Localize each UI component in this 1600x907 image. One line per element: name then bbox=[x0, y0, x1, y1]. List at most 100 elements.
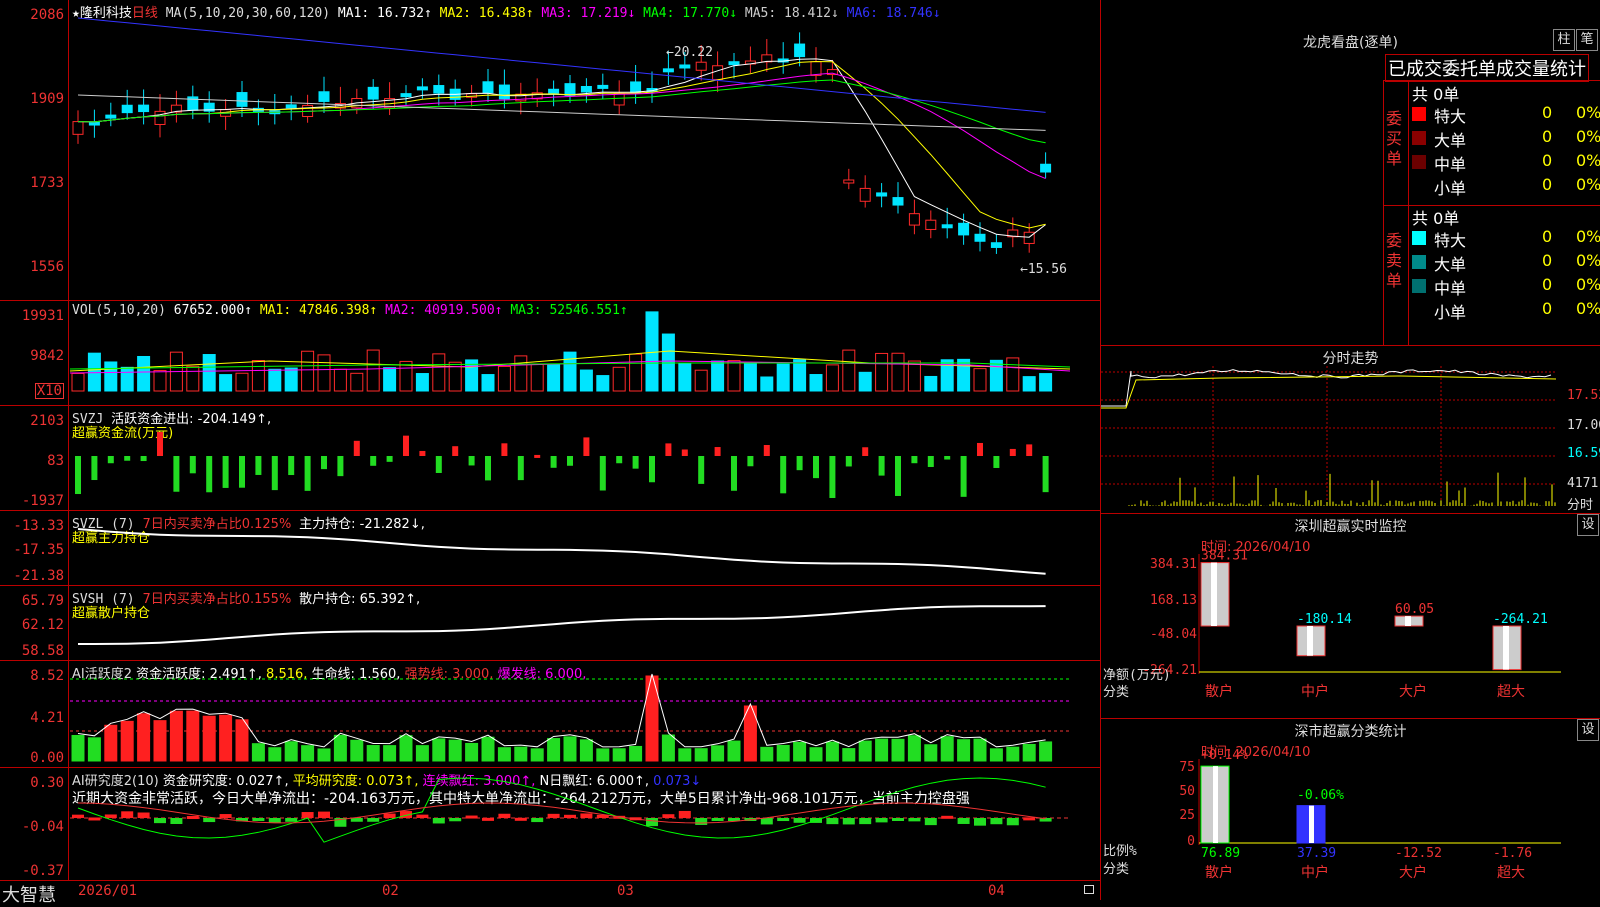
dragon-box: 委买单 委卖单 共 0单 共 0单 特大 0 0% 大单 0 0% 中单 0 0% 小单 0 0% 特… bbox=[1383, 80, 1600, 346]
sell-row: 中单 0 0% bbox=[1412, 275, 1600, 299]
y-tick: -21.38 bbox=[13, 568, 64, 584]
active-bar bbox=[875, 738, 889, 762]
row-name: 大单 bbox=[1434, 131, 1467, 150]
monitor-chart: 384.31 168.13 -48.04 -264.21 384.31 散户 -180.14… bbox=[1103, 549, 1561, 700]
active-bar bbox=[727, 740, 741, 762]
active-bar bbox=[251, 743, 265, 762]
active-bar bbox=[760, 746, 774, 762]
research-bar bbox=[711, 818, 724, 821]
volume-pane[interactable]: 19931 9842 X10 VOL(5,10,20) 67652.000↑ M… bbox=[0, 300, 1100, 405]
buy-side-label: 委买单 bbox=[1386, 109, 1403, 168]
candle-body bbox=[843, 179, 855, 184]
research-bar bbox=[154, 818, 166, 824]
row-name: 中单 bbox=[1434, 155, 1467, 174]
flow-bar bbox=[911, 456, 918, 464]
volume-bar bbox=[825, 364, 839, 392]
volume-bar bbox=[350, 372, 364, 392]
svzj-chart bbox=[75, 431, 1049, 498]
color-swatch bbox=[1412, 179, 1426, 193]
tick-toggle-button[interactable]: 笔 bbox=[1576, 29, 1598, 51]
bar-value-label: 76.89 bbox=[1201, 846, 1240, 861]
active-bar bbox=[547, 738, 561, 762]
research-bar bbox=[564, 814, 576, 818]
candle-body bbox=[859, 187, 871, 202]
ai-active-pane[interactable]: 8.52 4.21 0.00 AI活跃度2 资金活跃度: 2.491↑, 8.5… bbox=[0, 660, 1100, 767]
research-bar bbox=[170, 818, 183, 824]
classify-panel[interactable]: 深市超赢分类统计 设 时间: 2026/04/10 75 50 25 0 +0.14% -… bbox=[1100, 718, 1600, 900]
row-count: 0 bbox=[1542, 251, 1553, 270]
research-bar bbox=[416, 814, 429, 818]
research-bar bbox=[432, 818, 445, 824]
classify-bar-highlight bbox=[1309, 805, 1314, 843]
volume-bar bbox=[760, 376, 774, 392]
active-bar bbox=[465, 742, 479, 762]
research-bar bbox=[777, 818, 790, 822]
y-tick: 0.30 bbox=[30, 775, 64, 791]
flow-bar bbox=[813, 456, 819, 479]
research-bar bbox=[465, 815, 478, 819]
volume-bar bbox=[333, 368, 347, 392]
classify-chart: 75 50 25 0 +0.14% -0.06% 76.89 散户 37.39 中户 -12.52 大… bbox=[1103, 748, 1561, 881]
candle-body bbox=[564, 83, 576, 96]
x-axis-label: 分类 bbox=[1103, 862, 1129, 877]
intraday-panel[interactable]: 分时走势 17.52 17.06 16.59 4171 分时 bbox=[1100, 345, 1600, 513]
ai-active-axis: 8.52 4.21 0.00 bbox=[0, 661, 69, 767]
date-label: 03 bbox=[617, 883, 634, 899]
research-bar bbox=[104, 814, 117, 818]
candle-body bbox=[728, 61, 740, 66]
buy-total: 共 0单 bbox=[1412, 85, 1460, 104]
bar-toggle-button[interactable]: 柱 bbox=[1553, 29, 1575, 51]
svzj-pane[interactable]: 2103 83 -1937 SVZJ 活跃资金进出: -204.149↑, 超赢… bbox=[0, 405, 1100, 510]
active-bar bbox=[809, 747, 823, 762]
flow-bar bbox=[550, 456, 557, 468]
research-bar bbox=[842, 818, 855, 825]
research-bar bbox=[924, 818, 937, 826]
active-bar bbox=[596, 748, 610, 762]
active-bar bbox=[219, 714, 233, 762]
active-bar bbox=[202, 715, 216, 762]
research-bar bbox=[219, 814, 232, 818]
volume-bar bbox=[71, 372, 85, 392]
y-tick: 75 bbox=[1179, 760, 1195, 775]
volume-bar bbox=[366, 349, 380, 392]
research-bar bbox=[88, 817, 101, 821]
flow-bar bbox=[665, 443, 672, 456]
candle-body bbox=[662, 68, 674, 73]
candle-body bbox=[679, 64, 691, 69]
volume-bar bbox=[301, 350, 315, 392]
sell-row: 特大 0 0% bbox=[1412, 227, 1600, 251]
high-mark: ←20.22 bbox=[666, 45, 713, 60]
research-bar bbox=[695, 818, 708, 825]
candle-pane[interactable]: 2086 1909 1733 1556 ★隆利科技日线 MA(5,10,20,3… bbox=[0, 0, 1100, 300]
svsh-pane[interactable]: 65.79 62.12 58.58 SVSH (7) 7日内买卖净占比0.155… bbox=[0, 585, 1100, 660]
volume-bar bbox=[1039, 373, 1053, 392]
research-bar bbox=[498, 813, 511, 818]
y-tick: 1733 bbox=[30, 175, 64, 191]
volume-bar bbox=[989, 359, 1003, 392]
bar-value-label: 37.39 bbox=[1297, 846, 1336, 861]
flow-bar bbox=[599, 456, 606, 491]
ai-research-pane[interactable]: 0.30 -0.04 -0.37 AI研究度2(10) 资金研究度: 0.027… bbox=[0, 767, 1100, 880]
svzl-pane[interactable]: -13.33 -17.35 -21.38 SVZL (7) 7日内买卖净占比0.… bbox=[0, 510, 1100, 585]
candle-body bbox=[712, 65, 724, 80]
monitor-panel[interactable]: 深圳超赢实时监控 设 时间: 2026/04/10 384.31 168.13 -4… bbox=[1100, 513, 1600, 718]
flow-bar bbox=[829, 456, 836, 498]
holding-line bbox=[78, 605, 1046, 645]
candle-body bbox=[990, 242, 1002, 248]
dragon-title: 龙虎看盘(逐单) bbox=[1303, 35, 1398, 51]
active-bar bbox=[907, 735, 921, 762]
color-swatch bbox=[1412, 155, 1426, 169]
lock-icon[interactable] bbox=[1084, 885, 1094, 894]
active-bar bbox=[71, 734, 85, 762]
volume-bar bbox=[711, 360, 725, 392]
category-label: 散户 bbox=[1205, 864, 1233, 881]
flow-bar bbox=[1026, 444, 1033, 456]
volume-bar bbox=[596, 375, 610, 392]
candle-body bbox=[482, 81, 494, 94]
flow-bar bbox=[419, 450, 426, 456]
active-bar bbox=[793, 741, 807, 762]
stats-tab[interactable]: 已成交委托单成交量统计 bbox=[1385, 54, 1589, 82]
flow-bar bbox=[927, 456, 934, 467]
candlestick-chart[interactable] bbox=[70, 0, 1100, 300]
ma-line bbox=[77, 17, 1046, 113]
